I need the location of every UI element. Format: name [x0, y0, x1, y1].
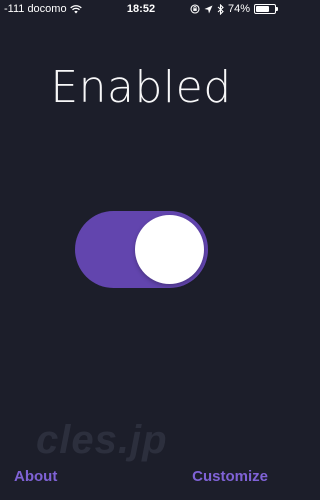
customize-button[interactable]: Customize — [192, 468, 268, 485]
toggle-knob[interactable] — [135, 215, 204, 284]
about-button[interactable]: About — [14, 468, 57, 485]
location-arrow-icon — [204, 5, 213, 14]
rotation-lock-icon — [190, 4, 200, 14]
enable-toggle[interactable] — [75, 211, 208, 288]
status-bar: -111 docomo 18:52 74% — [0, 0, 282, 20]
battery-icon — [254, 4, 278, 14]
page-title: Enabled — [0, 62, 282, 113]
watermark-logo: cles.jp — [36, 418, 168, 462]
battery-cap — [276, 7, 278, 11]
bluetooth-icon — [217, 3, 224, 15]
status-bar-right: 74% — [190, 3, 278, 15]
battery-level — [256, 6, 270, 12]
battery-percent: 74% — [227, 3, 250, 15]
status-title-text: Enabled — [50, 62, 232, 113]
